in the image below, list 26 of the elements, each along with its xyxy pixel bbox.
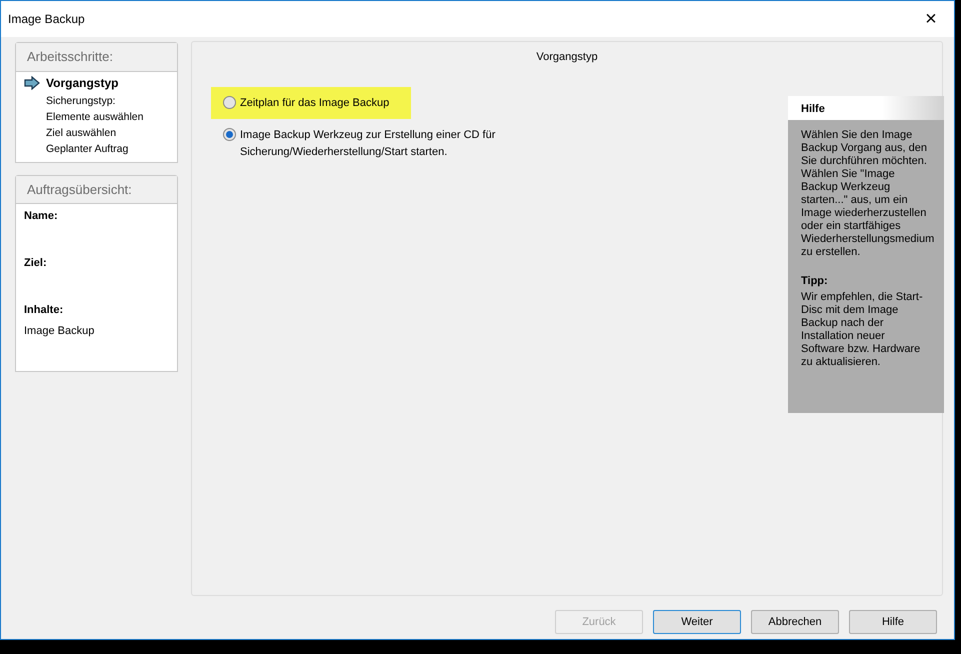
dialog-button[interactable]: Weiter bbox=[653, 610, 741, 634]
field-value: Image Backup bbox=[24, 324, 96, 338]
section-heading: Vorgangstyp bbox=[535, 50, 599, 65]
field-label: Ziel: bbox=[24, 256, 48, 271]
step-item: Elemente auswählen bbox=[46, 110, 144, 125]
step-item: Geplanter Auftrag bbox=[46, 142, 128, 157]
field-label: Name: bbox=[24, 209, 59, 224]
help-text: Wählen Sie den Image Backup Vorgang aus, den Sie durchführen möchten. Wählen Sie "Image Backup Werkzeug starten..." aus, um ein Image wiederherzustellen oder ein startfähiges Wiederherstellungsmedium zu erstellen. bbox=[801, 129, 931, 259]
radio-button[interactable] bbox=[223, 96, 236, 108]
radio-label[interactable]: Zeitplan für das Image Backup bbox=[240, 94, 390, 111]
tip-title: Tipp: bbox=[801, 275, 829, 288]
radio-button[interactable] bbox=[223, 128, 236, 141]
dialog-button[interactable]: Hilfe bbox=[849, 610, 937, 634]
arrow-icon bbox=[24, 76, 40, 90]
help-title: Hilfe bbox=[788, 96, 944, 120]
field-label: Inhalte: bbox=[24, 303, 64, 318]
window-title: Image Backup bbox=[8, 11, 85, 28]
close-button[interactable]: × bbox=[908, 1, 954, 37]
tip-text: Wir empfehlen, die Start-Disc mit dem Image Backup nach der Installation neuer Software bzw. Hardware zu aktualisieren. bbox=[801, 291, 924, 369]
step-item: Ziel auswählen bbox=[46, 126, 116, 141]
step-item: Vorgangstyp bbox=[46, 74, 118, 92]
panel-title: Auftragsübersicht: bbox=[16, 176, 177, 204]
panel-title: Arbeitsschritte: bbox=[16, 43, 177, 72]
radio-label[interactable]: Image Backup Werkzeug zur Erstellung einer CD für Sicherung/Wiederherstellung/Start starten. bbox=[240, 127, 500, 160]
step-item: Sicherungstyp: bbox=[46, 94, 116, 109]
dialog-button[interactable]: Abbrechen bbox=[751, 610, 839, 634]
